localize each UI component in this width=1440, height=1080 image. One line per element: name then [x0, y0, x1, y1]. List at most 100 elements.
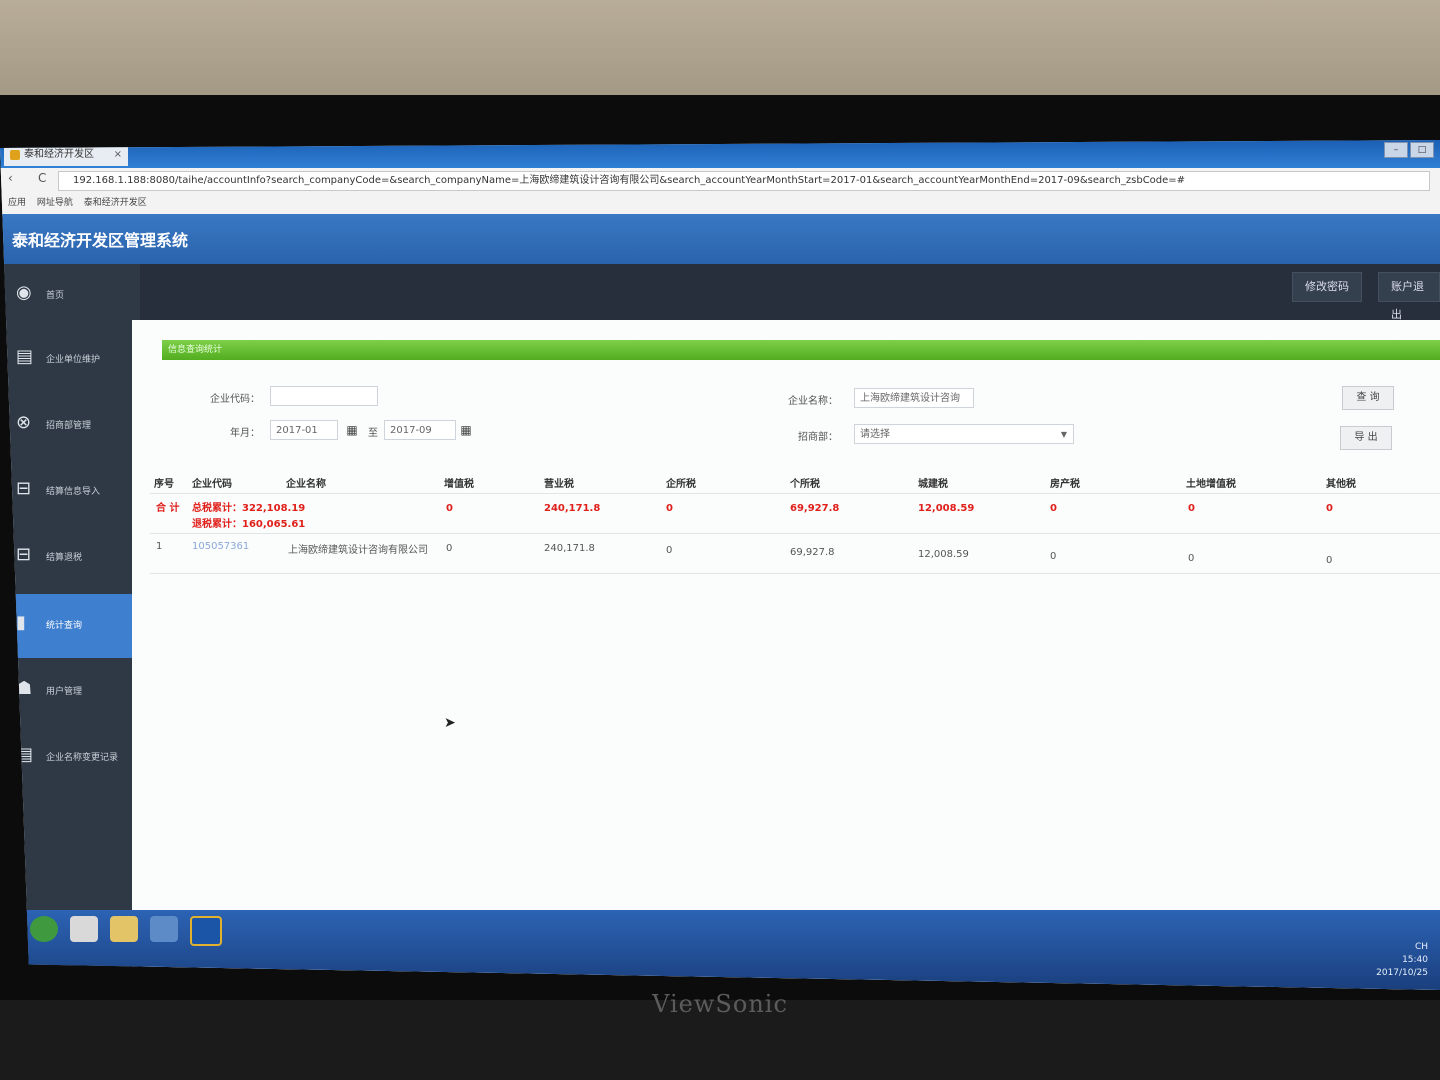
header-code: 企业代码	[192, 479, 232, 490]
total-land: 0	[1188, 503, 1195, 514]
app-icon[interactable]	[150, 916, 178, 942]
mouse-cursor-icon: ➤	[444, 715, 456, 731]
export-button[interactable]: 导 出	[1340, 426, 1392, 450]
sidebar-item-zsb[interactable]: ⊗ 招商部管理	[0, 394, 140, 458]
header-no: 序号	[154, 479, 174, 490]
document-icon: ▤	[16, 346, 34, 367]
total-business: 240,171.8	[544, 503, 601, 514]
globe-icon: ⊗	[16, 412, 32, 433]
header-business: 营业税	[544, 479, 574, 490]
app-l-icon[interactable]	[190, 916, 222, 946]
zsb-label: 招商部：	[798, 432, 838, 443]
back-icon[interactable]: ‹	[8, 171, 13, 185]
change-password-button[interactable]: 修改密码	[1292, 272, 1362, 302]
maximize-icon[interactable]: □	[1410, 142, 1434, 158]
header-urban: 城建税	[918, 479, 948, 490]
company-name-input[interactable]: 上海欧缔建筑设计咨询	[854, 388, 974, 408]
sidebar-item-import[interactable]: ⊟ 结算信息导入	[0, 460, 140, 524]
sidebar-item-label: 首页	[46, 291, 65, 301]
sidebar-item-users[interactable]: ☗ 用户管理	[0, 660, 140, 724]
header-other: 其他税	[1326, 479, 1356, 490]
sidebar-item-label: 结算退税	[46, 553, 83, 563]
total-personal: 69,927.8	[790, 503, 840, 514]
total-vat: 0	[446, 503, 453, 514]
sidebar-item-label: 用户管理	[46, 687, 83, 697]
url-input[interactable]: 192.168.1.188:8080/taihe/accountInfo?sea…	[58, 171, 1430, 191]
logout-button[interactable]: 账户退出	[1378, 272, 1440, 321]
header-property: 房产税	[1050, 479, 1080, 490]
address-bar-row: ‹ C 192.168.1.188:8080/taihe/accountInfo…	[0, 168, 1440, 193]
ime-indicator[interactable]: CH	[1376, 941, 1428, 954]
end-month-input[interactable]: 2017-09	[384, 420, 456, 440]
top-action-bar: 修改密码 账户退出	[0, 264, 1440, 321]
sidebar-item-home[interactable]: ◉ 首页	[0, 264, 140, 328]
divider	[150, 533, 1440, 534]
sidebar-item-label: 招商部管理	[46, 421, 92, 431]
chevron-down-icon: ▼	[1060, 430, 1067, 439]
header-personal: 个所税	[790, 479, 820, 490]
panel-title: 信息查询统计	[162, 340, 1440, 360]
total-urban: 12,008.59	[918, 503, 975, 514]
minimize-icon[interactable]: –	[1384, 142, 1408, 158]
sidebar-item-label: 统计查询	[46, 621, 83, 631]
total-tax-sum: 总税累计：322,108.19	[192, 503, 306, 514]
sidebar-item-company[interactable]: ▤ 企业单位维护	[0, 328, 140, 392]
header-vat: 增值税	[444, 479, 474, 490]
inbox-icon: ⊟	[16, 478, 32, 499]
company-code-input[interactable]	[270, 386, 378, 406]
main-content: 信息查询统计 企业代码： 企业名称： 上海欧缔建筑设计咨询 查 询 年月： 20…	[132, 320, 1440, 990]
row-business: 240,171.8	[544, 543, 595, 554]
window-controls: – □	[1384, 142, 1434, 158]
row-code-link[interactable]: 105057361	[192, 541, 249, 552]
sidebar-item-label: 企业单位维护	[46, 355, 101, 365]
header-corp: 企所税	[666, 479, 696, 490]
app-title: 泰和经济开发区管理系统	[12, 231, 189, 250]
chrome-icon[interactable]	[70, 916, 98, 942]
favicon-icon	[10, 150, 20, 160]
calendar-icon[interactable]: ▦	[458, 422, 474, 438]
start-button-icon[interactable]	[30, 916, 58, 942]
sidebar-item-label: 企业名称变更记录	[46, 753, 119, 763]
bookmark-apps[interactable]: 应用	[8, 198, 26, 208]
bookmarks-bar: 应用 网址导航 泰和经济开发区	[0, 192, 1440, 215]
total-refund-sum: 退税累计：160,065.61	[192, 519, 306, 530]
start-month-input[interactable]: 2017-01	[270, 420, 338, 440]
divider	[150, 493, 1440, 494]
total-label: 合 计	[156, 503, 180, 514]
clock-date: 2017/10/25	[1376, 968, 1428, 978]
row-urban: 12,008.59	[918, 549, 969, 560]
bar-chart-icon: ▮	[16, 612, 26, 633]
year-month-label: 年月：	[230, 428, 260, 439]
divider	[150, 573, 1440, 574]
inbox-icon: ⊟	[16, 544, 32, 565]
row-name: 上海欧缔建筑设计咨询有限公司	[288, 545, 428, 556]
to-label: 至	[368, 428, 378, 439]
calendar-icon[interactable]: ▦	[344, 422, 360, 438]
sidebar-item-statistics[interactable]: ▮ 统计查询	[0, 594, 140, 658]
sidebar-item-refund[interactable]: ⊟ 结算退税	[0, 526, 140, 590]
user-circle-icon: ◉	[16, 282, 32, 303]
row-property: 0	[1050, 551, 1057, 562]
query-button[interactable]: 查 询	[1342, 386, 1394, 410]
zsb-select[interactable]: 请选择 ▼	[854, 424, 1074, 444]
row-vat: 0	[446, 543, 453, 554]
row-personal: 69,927.8	[790, 547, 835, 558]
folder-icon[interactable]	[110, 916, 138, 942]
screen: 泰和经济开发区 × – □ ‹ C 192.168.1.188:8080/tai…	[0, 140, 1440, 990]
clock-time[interactable]: 15:40	[1376, 954, 1428, 967]
bookmark-nav[interactable]: 网址导航	[37, 198, 73, 208]
row-corp: 0	[666, 545, 673, 556]
tab-title: 泰和经济开发区	[24, 149, 94, 160]
header-name: 企业名称	[286, 479, 326, 490]
company-name-label: 企业名称：	[788, 396, 838, 407]
reload-icon[interactable]: C	[38, 171, 46, 185]
bookmark-taihe[interactable]: 泰和经济开发区	[84, 198, 147, 208]
total-property: 0	[1050, 503, 1057, 514]
system-tray: CH 15:40 2017/10/25	[1376, 941, 1428, 980]
header-land: 土地增值税	[1186, 479, 1236, 490]
total-other: 0	[1326, 503, 1333, 514]
row-other: 0	[1326, 555, 1333, 566]
sidebar-item-label: 结算信息导入	[46, 487, 101, 497]
total-corp: 0	[666, 503, 673, 514]
app-header: 泰和经济开发区管理系统	[0, 214, 1440, 264]
